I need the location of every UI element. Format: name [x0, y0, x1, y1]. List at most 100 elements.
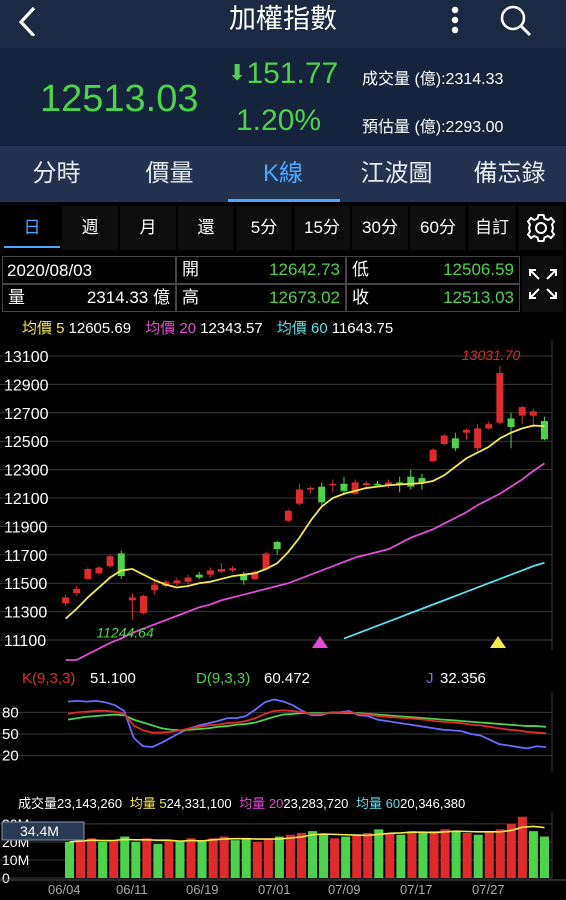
vol-ma20-label: 均量 20: [239, 796, 284, 811]
k-label: K(9,3,3): [22, 670, 76, 687]
info-low-label: 低: [352, 260, 369, 279]
volume-bar: [440, 829, 450, 878]
period-month[interactable]: 月: [120, 206, 176, 250]
vol-label: 成交量: [18, 796, 58, 811]
volume-bar: [98, 841, 108, 878]
volume-bar: [164, 840, 174, 878]
tab-kline[interactable]: K線: [226, 146, 340, 202]
volume-bar: [451, 831, 461, 878]
info-date: 2020/08/03: [7, 261, 93, 280]
info-close-value: 12513.03: [443, 288, 514, 307]
vol-ma5-value: 24,331,100: [166, 796, 232, 811]
vol-ma60-label: 均量 60: [356, 796, 401, 811]
y-tick-label: 12700: [4, 406, 49, 423]
tab-intraday[interactable]: 分時: [0, 146, 113, 202]
period-day[interactable]: 日: [4, 206, 60, 250]
candle-body: [407, 476, 415, 487]
period-5min[interactable]: 5分: [236, 206, 292, 250]
ma-legend: 均價 5 12605.69 均價 20 12343.57 均價 60 11643.75: [22, 317, 397, 338]
volume-bar: [528, 831, 538, 878]
volume-y-tick-label: 0: [2, 870, 10, 886]
candle-body: [106, 556, 114, 567]
candle-body: [217, 569, 225, 572]
y-tick-label: 12900: [4, 377, 49, 394]
period-60min[interactable]: 60分: [410, 206, 466, 250]
volume-legend: 成交量23,143,260 均量 524,331,100 均量 2023,283…: [18, 793, 465, 812]
d-value: 60.472: [264, 670, 310, 687]
y-tick-label: 13100: [4, 349, 49, 366]
volume-ma5-line: [69, 825, 545, 843]
y-tick-label: 12500: [4, 434, 49, 451]
candle-body: [206, 570, 214, 575]
candle-body: [184, 577, 192, 582]
candle-body: [429, 449, 437, 462]
period-30min[interactable]: 30分: [352, 206, 408, 250]
candle-body: [295, 489, 303, 504]
candle-body: [128, 597, 136, 601]
candle-body: [373, 483, 381, 486]
y-tick-label: 11500: [4, 576, 47, 593]
gear-icon[interactable]: [518, 206, 564, 250]
max-volume-badge-label: 34.4M: [20, 823, 59, 839]
x-tick-label: 07/09: [328, 882, 361, 897]
volume-bar: [274, 836, 284, 878]
volume-bar: [308, 831, 318, 878]
volume-bar: [506, 823, 516, 878]
volume-bar: [175, 841, 185, 878]
volume-bar: [131, 841, 141, 878]
info-high-label: 高: [182, 288, 199, 307]
expand-arrows-icon[interactable]: [522, 256, 564, 312]
candle-body: [195, 574, 203, 578]
period-adjusted[interactable]: 還: [178, 206, 234, 250]
volume-bar: [341, 836, 351, 878]
volume-bar: [230, 840, 240, 878]
chevron-left-icon[interactable]: [12, 4, 42, 38]
x-tick-label: 06/04: [48, 882, 81, 897]
volume-chart[interactable]: 30M20M10M034.4M06/0406/1106/1907/0107/09…: [0, 812, 566, 900]
x-tick-label: 06/11: [116, 882, 148, 897]
vol-ma60-value: 20,346,380: [400, 796, 466, 811]
candle-body: [84, 569, 92, 579]
y-tick-label: 12300: [4, 463, 49, 480]
vol-ma20-value: 23,283,720: [283, 796, 349, 811]
ma20-value: 12343.57: [200, 320, 263, 337]
j-line: [67, 698, 547, 750]
search-icon[interactable]: [496, 2, 536, 38]
k-value: 51.100: [90, 670, 136, 687]
candle-body: [340, 483, 348, 491]
kd-legend: K(9,3,3) 51.100 D(9,3,3) 60.472 J 32.356: [0, 670, 566, 692]
candle-body: [485, 424, 493, 429]
price-change: ⬇151.77: [228, 57, 338, 91]
y-tick-label: 11900: [4, 519, 47, 536]
candle-body: [318, 486, 326, 503]
vol-value: 23,143,260: [57, 796, 123, 811]
info-open-value: 12642.73: [269, 260, 340, 279]
period-15min[interactable]: 15分: [294, 206, 350, 250]
x-tick-label: 06/19: [186, 882, 219, 897]
volume-bar: [241, 838, 251, 878]
period-custom[interactable]: 自訂: [468, 206, 516, 250]
tab-wave-chart[interactable]: 江波圖: [340, 146, 453, 202]
volume-bar: [429, 831, 439, 878]
candle-body: [151, 584, 159, 591]
info-low-value: 12506.59: [443, 260, 514, 279]
volume-bar: [396, 834, 406, 878]
volume-bar: [352, 834, 362, 878]
x-tick-label: 07/01: [258, 882, 291, 897]
candle-body: [440, 435, 448, 445]
period-week[interactable]: 週: [62, 206, 118, 250]
volume-bar: [252, 841, 262, 878]
vertical-ellipsis-icon[interactable]: [446, 2, 464, 38]
d-label: D(9,3,3): [196, 670, 251, 687]
last-price: 12513.03: [40, 78, 199, 120]
active-period-indicator: [4, 246, 60, 248]
active-tab-indicator: [228, 199, 340, 202]
volume-bar: [385, 832, 395, 878]
volume-bar: [495, 829, 505, 878]
candlestick-chart[interactable]: 13100 12900 12700 12500 12300 12100 11900 11700…: [0, 340, 566, 670]
tab-price-volume[interactable]: 價量: [113, 146, 226, 202]
ma20-marker-icon: [312, 636, 328, 648]
tab-memo[interactable]: 備忘錄: [453, 146, 566, 202]
volume-bar: [263, 838, 273, 878]
kd-indicator-chart[interactable]: 80 50 20: [0, 692, 566, 772]
